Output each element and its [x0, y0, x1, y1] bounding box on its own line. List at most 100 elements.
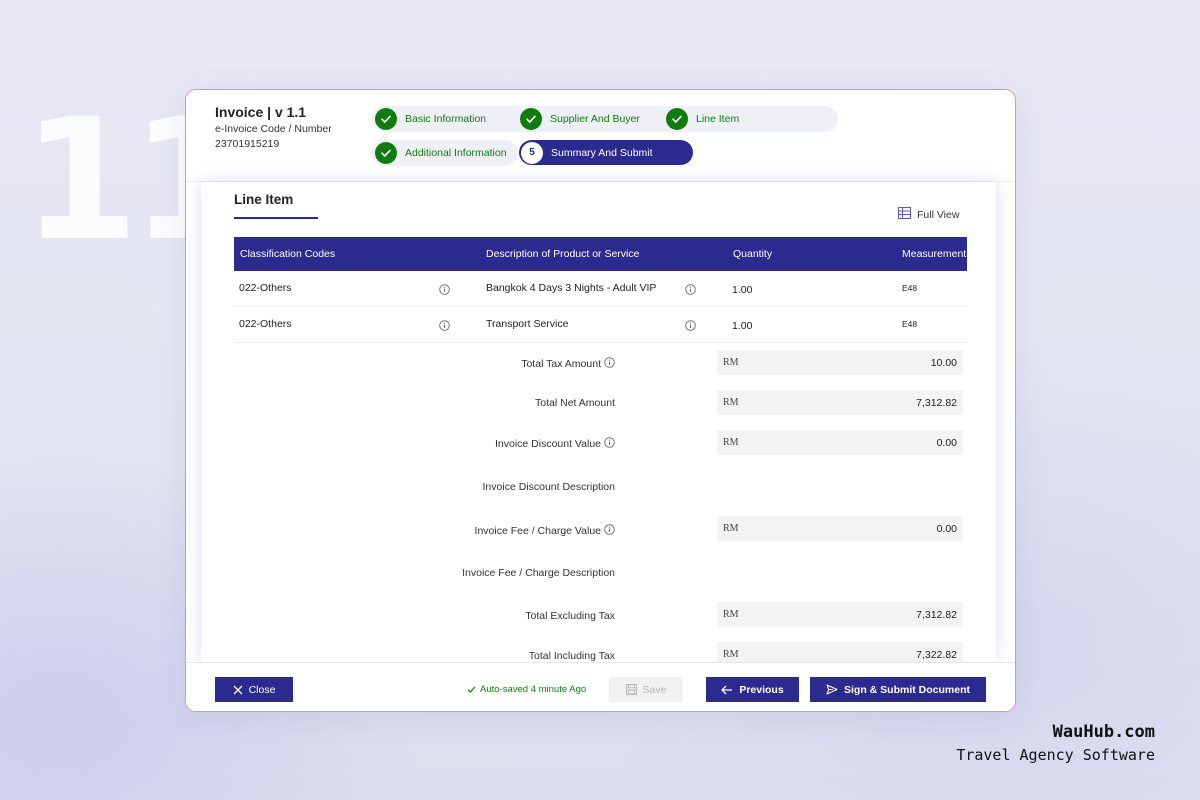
discount-value: 0.00: [936, 437, 957, 449]
step-supplier-and-buyer[interactable]: Supplier And Buyer: [520, 107, 640, 131]
currency-label: RM: [723, 437, 739, 448]
table-row[interactable]: 022-Others Transport Service 1.00 E48: [234, 307, 967, 343]
full-view-button[interactable]: Full View: [898, 207, 959, 222]
fee-value-label: Invoice Fee / Charge Value: [475, 524, 615, 538]
step-label: Basic Information: [405, 113, 487, 125]
check-icon: [375, 142, 397, 164]
save-icon: [625, 684, 637, 695]
step-basic-information[interactable]: Basic Information: [375, 107, 486, 131]
total-including-tax-field[interactable]: RM 7,322.82: [717, 642, 963, 662]
step-label: Line Item: [696, 113, 740, 125]
invoice-code-label: e-Invoice Code / Number: [215, 123, 332, 135]
currency-label: RM: [723, 523, 739, 534]
step-label: Summary And Submit: [551, 146, 653, 159]
discount-description-label: Invoice Discount Description: [483, 481, 615, 493]
sign-and-submit-label: Sign & Submit Document: [844, 683, 970, 696]
info-icon[interactable]: [685, 284, 696, 298]
column-header: Classification Codes: [240, 248, 336, 260]
invoice-window: Invoice | v 1.1 e-Invoice Code / Number …: [185, 89, 1016, 712]
classification-cell: 022-Others: [239, 318, 292, 330]
section-title: Line Item: [234, 192, 294, 207]
label-text: Total Including Tax: [528, 650, 615, 662]
content-panel: Line Item Full View Classification Codes…: [208, 182, 990, 662]
description-cell: Bangkok 4 Days 3 Nights - Adult VIP: [486, 282, 657, 294]
check-icon: [375, 108, 397, 130]
total-excluding-tax-value: 7,312.82: [916, 609, 957, 621]
label-text: Total Tax Amount: [521, 358, 601, 370]
currency-label: RM: [723, 397, 739, 408]
save-label: Save: [642, 683, 667, 696]
info-icon[interactable]: [685, 320, 696, 334]
check-icon: [520, 108, 542, 130]
column-header: Measurement: [902, 248, 967, 260]
info-icon[interactable]: [604, 357, 615, 371]
step-label: Additional Information: [405, 147, 507, 159]
full-view-label: Full View: [917, 208, 960, 221]
check-icon: [666, 108, 688, 130]
label-text: Total Excluding Tax: [525, 610, 615, 622]
table-row[interactable]: 022-Others Bangkok 4 Days 3 Nights - Adu…: [234, 271, 967, 307]
close-button[interactable]: Close: [215, 677, 293, 702]
fee-description-label: Invoice Fee / Charge Description: [462, 567, 615, 579]
send-icon: [826, 684, 838, 695]
discount-value-label: Invoice Discount Value: [495, 437, 615, 451]
column-header: Description of Product or Service: [486, 248, 640, 260]
step-label: Supplier And Buyer: [550, 113, 640, 125]
sign-and-submit-button[interactable]: Sign & Submit Document: [810, 677, 986, 702]
classification-cell: 022-Others: [239, 282, 292, 294]
total-including-tax-value: 7,322.82: [916, 649, 957, 661]
previous-label: Previous: [739, 683, 784, 696]
invoice-title: Invoice | v 1.1: [215, 104, 307, 120]
fee-value-field[interactable]: RM 0.00: [717, 516, 963, 541]
brand-name: WauHub.com: [1052, 722, 1155, 742]
save-button[interactable]: Save: [609, 677, 683, 702]
arrow-left-icon: [721, 685, 733, 695]
currency-label: RM: [723, 649, 739, 660]
autosave-text: Auto-saved 4 minute Ago: [480, 684, 587, 695]
table-header: Classification Codes Description of Prod…: [234, 237, 967, 271]
total-net-label: Total Net Amount: [535, 397, 615, 409]
table-grid-icon: [898, 207, 911, 222]
currency-label: RM: [723, 609, 739, 620]
fee-value: 0.00: [936, 523, 957, 535]
info-icon[interactable]: [439, 284, 450, 298]
total-excluding-tax-label: Total Excluding Tax: [525, 610, 615, 622]
quantity-cell: 1.00: [732, 320, 753, 332]
info-icon[interactable]: [604, 524, 615, 538]
total-tax-label: Total Tax Amount: [521, 357, 615, 371]
label-text: Invoice Fee / Charge Value: [474, 525, 601, 537]
brand-tagline: Travel Agency Software: [956, 746, 1155, 764]
section-underline: [234, 217, 318, 219]
currency-label: RM: [723, 357, 739, 368]
total-tax-field[interactable]: RM 10.00: [717, 350, 963, 375]
info-icon[interactable]: [439, 320, 450, 334]
window-header: Invoice | v 1.1 e-Invoice Code / Number …: [186, 90, 1015, 182]
invoice-code-number: 23701915219: [215, 138, 280, 150]
total-excluding-tax-field[interactable]: RM 7,312.82: [717, 602, 963, 627]
measurement-cell: E48: [902, 283, 918, 293]
total-including-tax-label: Total Including Tax: [529, 650, 615, 662]
measurement-cell: E48: [902, 319, 918, 329]
description-cell: Transport Service: [486, 318, 569, 330]
step-line-item[interactable]: Line Item: [666, 107, 739, 131]
label-text: Total Net Amount: [535, 397, 615, 409]
label-text: Invoice Discount Description: [482, 481, 615, 493]
column-header: Quantity: [733, 248, 773, 260]
autosave-status: Auto-saved 4 minute Ago: [467, 684, 586, 695]
check-icon: [467, 685, 476, 694]
total-net-value: 7,312.82: [916, 397, 957, 409]
label-text: Invoice Fee / Charge Description: [462, 567, 615, 579]
step-summary-and-submit[interactable]: 5 Summary And Submit: [519, 140, 693, 165]
total-net-field[interactable]: RM 7,312.82: [717, 390, 963, 415]
step-additional-information[interactable]: Additional Information: [375, 141, 507, 165]
total-tax-value: 10.00: [930, 357, 957, 369]
step-number: 5: [521, 141, 543, 164]
label-text: Invoice Discount Value: [494, 438, 601, 450]
quantity-cell: 1.00: [732, 284, 753, 296]
close-icon: [233, 685, 243, 695]
discount-value-field[interactable]: RM 0.00: [717, 430, 963, 455]
previous-button[interactable]: Previous: [706, 677, 799, 702]
close-label: Close: [248, 683, 276, 696]
info-icon[interactable]: [604, 437, 615, 451]
window-footer: Close Auto-saved 4 minute Ago Save Previ…: [186, 662, 1015, 711]
